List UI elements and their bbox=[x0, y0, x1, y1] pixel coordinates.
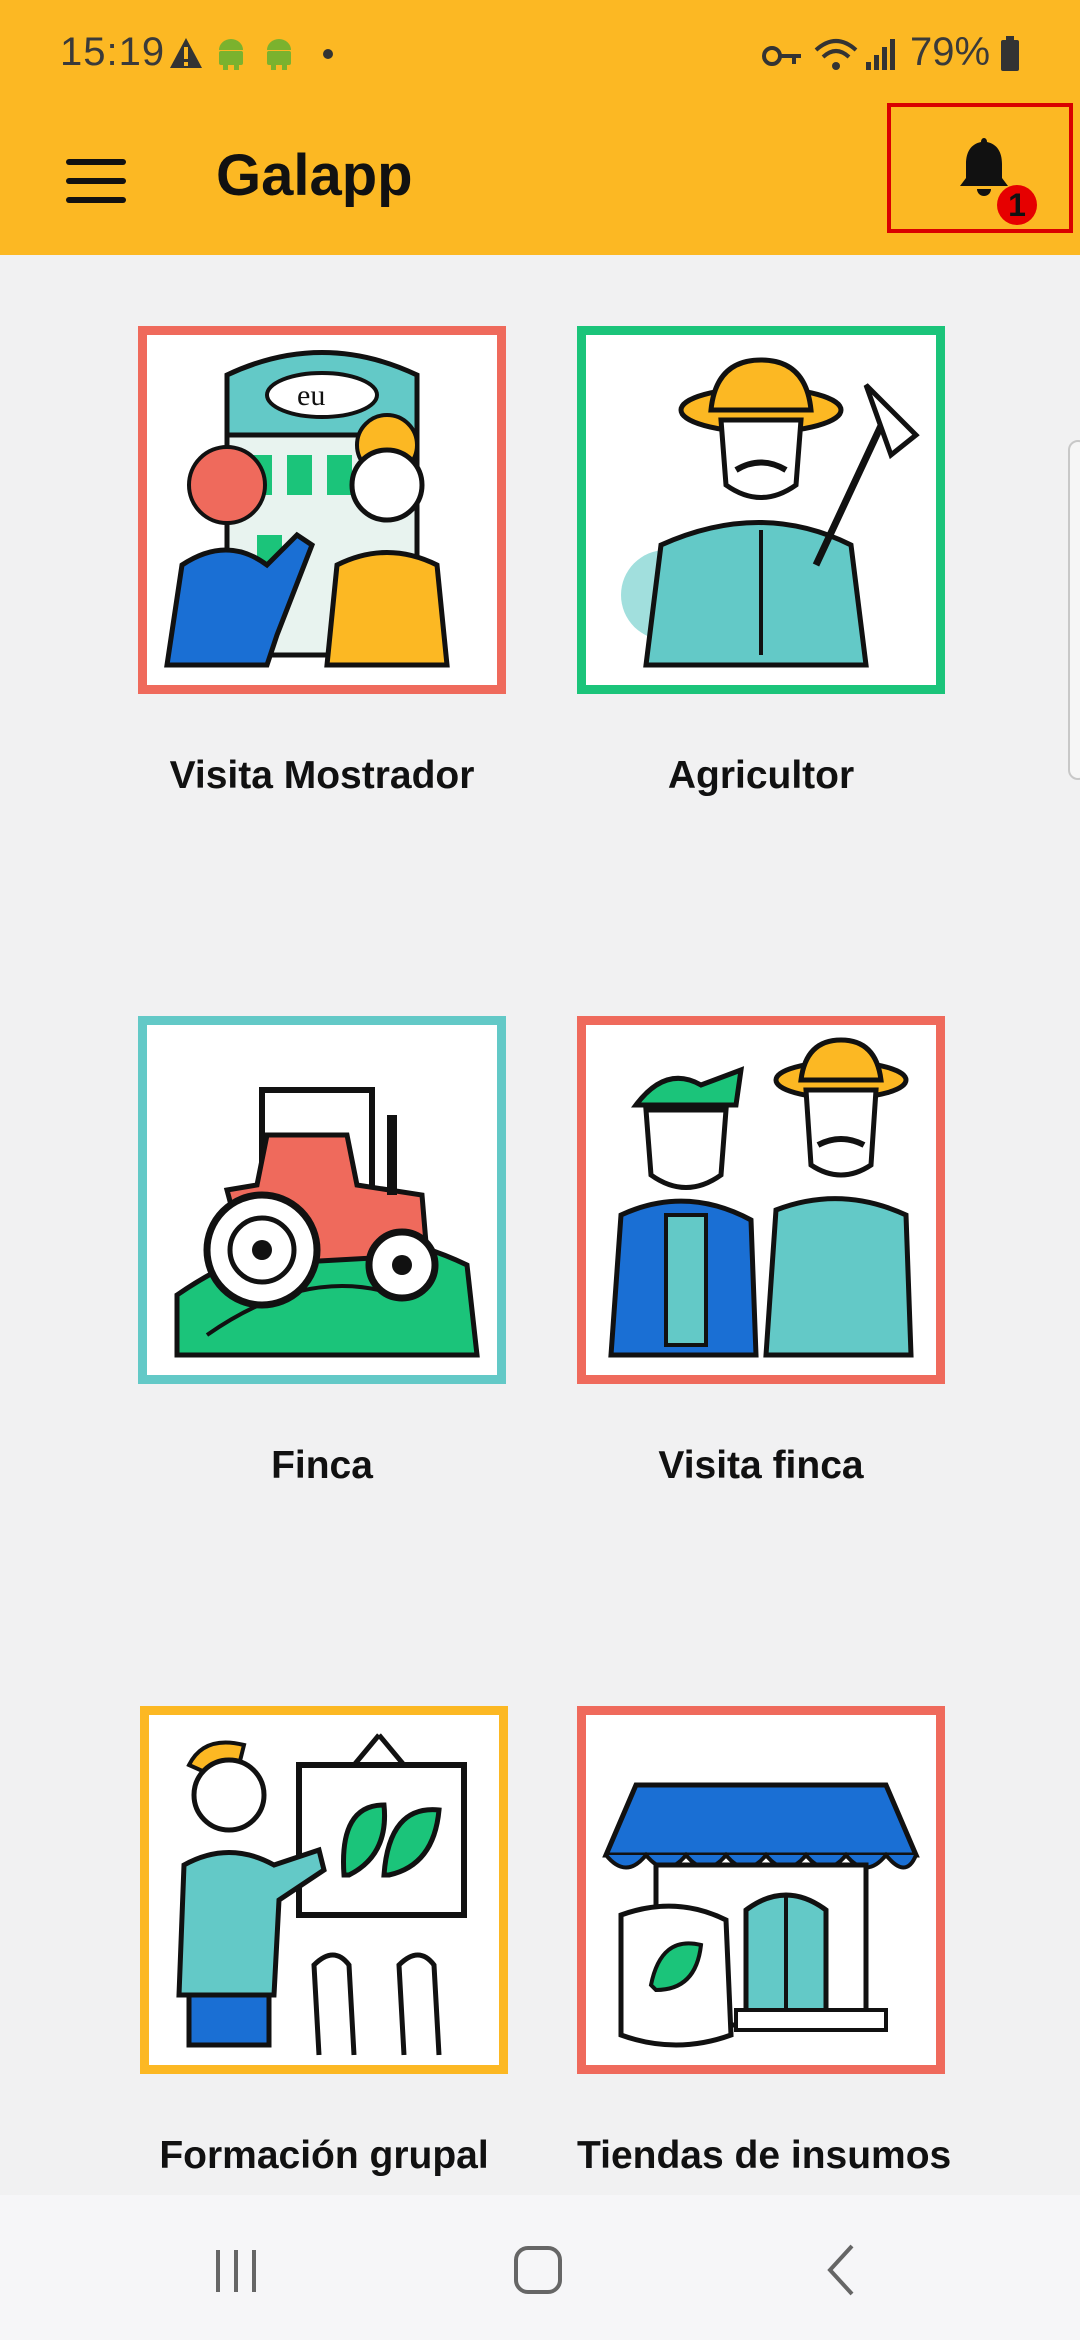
tile-visita-mostrador[interactable]: eu Visita Mostrador bbox=[138, 326, 506, 798]
dot-icon bbox=[323, 49, 333, 59]
tile-label: Formación grupal bbox=[159, 2134, 489, 2177]
tile-label: Tiendas de insumos bbox=[577, 2134, 952, 2177]
warning-icon bbox=[170, 38, 202, 68]
android-icon bbox=[219, 39, 243, 70]
tile-visita-finca[interactable]: Visita finca bbox=[577, 1016, 945, 1488]
tile-label: Visita finca bbox=[658, 1444, 864, 1487]
supply-store-illustration bbox=[577, 1706, 945, 2074]
back-icon[interactable] bbox=[812, 2240, 872, 2300]
scrollbar[interactable] bbox=[1068, 440, 1080, 780]
app-title: Galapp bbox=[216, 143, 413, 208]
tile-agricultor[interactable]: Agricultor bbox=[577, 326, 945, 798]
counter-visit-illustration: eu bbox=[138, 326, 506, 694]
hamburger-menu-icon[interactable] bbox=[60, 147, 130, 217]
recent-apps-icon[interactable] bbox=[206, 2240, 266, 2300]
farm-visit-illustration bbox=[577, 1016, 945, 1384]
notification-count-badge: 1 bbox=[997, 185, 1037, 225]
key-icon bbox=[762, 46, 801, 66]
tile-finca[interactable]: Finca bbox=[138, 1016, 506, 1488]
battery-icon bbox=[1001, 36, 1019, 71]
tile-label: Agricultor bbox=[667, 754, 855, 797]
status-bar: 15:19 79% bbox=[0, 0, 1080, 110]
status-time: 15:19 bbox=[60, 30, 166, 74]
tile-formacion-grupal[interactable]: Formación grupal bbox=[140, 1706, 508, 2178]
android-icon bbox=[267, 39, 291, 70]
battery-percent: 79% bbox=[910, 30, 991, 74]
wifi-icon bbox=[814, 39, 858, 70]
tile-label: Visita Mostrador bbox=[169, 754, 475, 797]
tractor-illustration bbox=[138, 1016, 506, 1384]
svg-text:eu: eu bbox=[297, 379, 325, 412]
notification-button[interactable]: 1 bbox=[887, 103, 1073, 233]
signal-icon bbox=[866, 39, 895, 70]
system-nav-bar bbox=[0, 2195, 1080, 2340]
home-icon[interactable] bbox=[508, 2240, 568, 2300]
tile-tiendas-de-insumos[interactable]: Tiendas de insumos bbox=[577, 1706, 952, 2178]
tile-label: Finca bbox=[271, 1444, 373, 1487]
farmer-illustration bbox=[577, 326, 945, 694]
group-training-illustration bbox=[140, 1706, 508, 2074]
